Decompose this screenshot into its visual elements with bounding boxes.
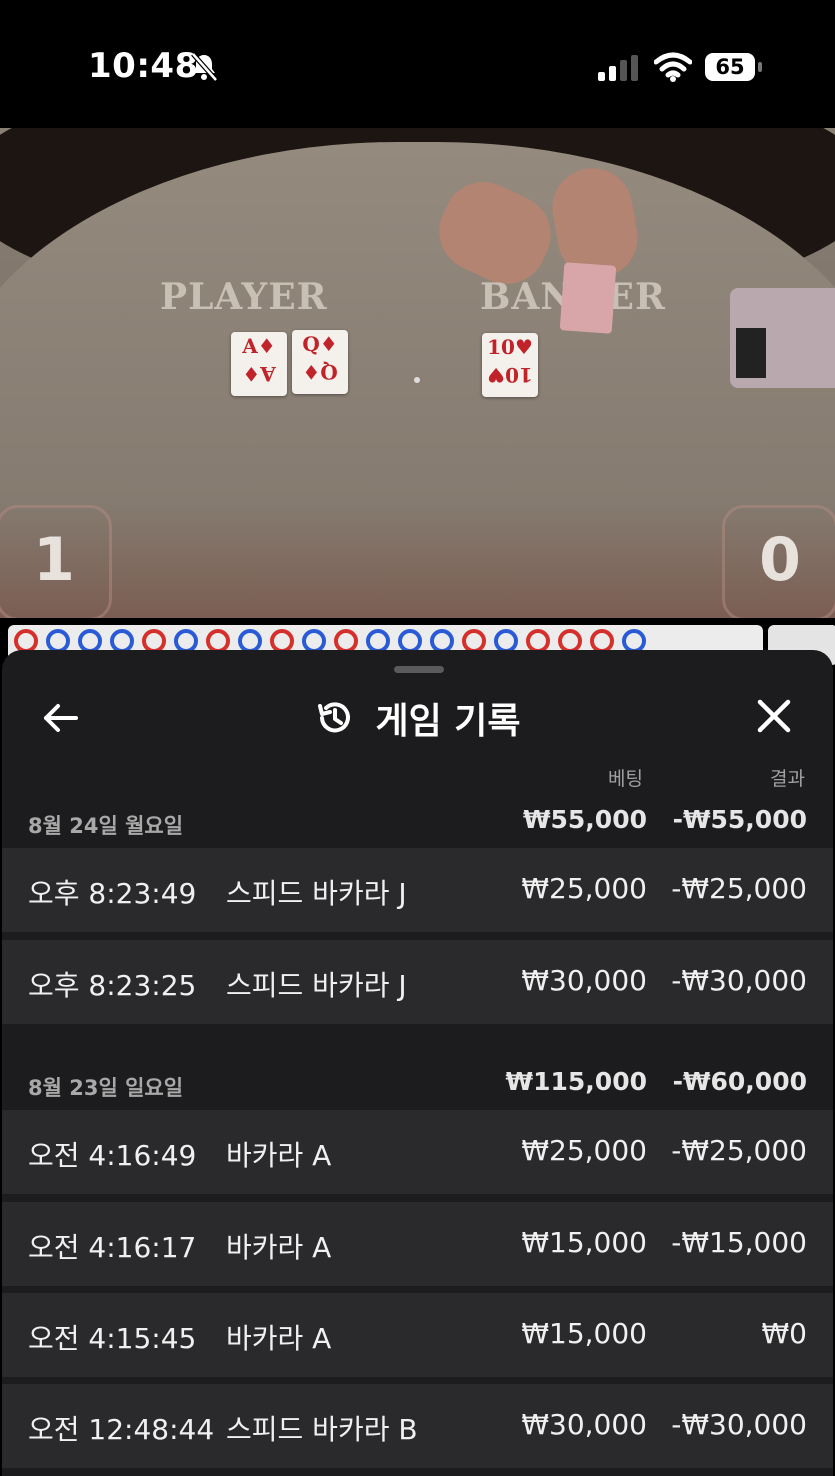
row-result: -₩15,000	[671, 1226, 807, 1259]
row-time: 오전 4:16:17	[28, 1231, 197, 1264]
sheet-drag-handle[interactable]	[394, 666, 444, 673]
row-result: ₩0	[761, 1317, 808, 1350]
battery-indicator: 65	[705, 53, 755, 81]
row-time: 오후 8:23:25	[28, 969, 197, 1002]
row-time: 오전 4:15:45	[28, 1322, 197, 1355]
bet-total: ₩55,000	[522, 805, 647, 834]
history-row[interactable]: 오후 8:23:49 스피드 바카라 J ₩25,000 -₩25,000	[2, 848, 833, 932]
row-bet: ₩15,000	[521, 1226, 647, 1259]
player-card-1: A♦ A♦	[231, 332, 287, 396]
player-label: PLAYER	[160, 276, 328, 318]
player-card-2: Q♦ Q♦	[292, 330, 348, 394]
bet-column-header: 베팅	[608, 768, 643, 790]
row-result: -₩25,000	[671, 872, 807, 905]
bet-total: ₩115,000	[505, 1067, 647, 1096]
cellular-signal-icon	[598, 55, 638, 81]
close-icon[interactable]	[754, 696, 794, 736]
result-total: -₩60,000	[672, 1067, 807, 1096]
battery-nub	[758, 62, 762, 72]
row-game: 스피드 바카라 B	[226, 1413, 418, 1446]
sheet-title: 게임 기록	[375, 701, 521, 742]
card-shoe-slot	[736, 328, 766, 378]
date-label: 8월 24일 월요일	[28, 814, 184, 838]
row-bet: ₩25,000	[521, 1134, 647, 1167]
status-time: 10:48	[88, 46, 199, 86]
row-bet: ₩30,000	[521, 1408, 647, 1441]
player-score: 1	[0, 505, 112, 618]
row-bet: ₩30,000	[521, 964, 647, 997]
sheet-header: 게임 기록	[2, 692, 833, 744]
table-marker	[414, 377, 420, 383]
row-game: 스피드 바카라 J	[226, 877, 407, 910]
game-history-sheet: 게임 기록 베팅 결과 8월 24일 월요일 ₩55,000 -₩55,000 …	[2, 650, 833, 1476]
row-game: 바카라 A	[226, 1139, 332, 1172]
row-result: -₩30,000	[671, 1408, 807, 1441]
history-row[interactable]: 오전 4:16:49 바카라 A ₩25,000 -₩25,000	[2, 1110, 833, 1194]
wifi-icon	[654, 52, 692, 82]
row-result: -₩30,000	[671, 964, 807, 997]
live-video: PLAYER BANKER A♦ A♦ Q♦ Q♦ 10♥ 10♥ 1 0	[0, 128, 835, 618]
row-time: 오전 12:48:44	[28, 1413, 215, 1446]
history-row[interactable]: 오전 12:48:44 스피드 바카라 B ₩30,000 -₩30,000	[2, 1384, 833, 1468]
history-row[interactable]: 오전 4:16:17 바카라 A ₩15,000 -₩15,000	[2, 1202, 833, 1286]
result-column-header: 결과	[770, 768, 805, 790]
banker-score: 0	[722, 505, 835, 618]
row-result: -₩25,000	[671, 1134, 807, 1167]
row-game: 바카라 A	[226, 1231, 332, 1264]
banker-card-1: 10♥ 10♥	[482, 333, 538, 397]
bell-muted-icon	[191, 52, 218, 82]
result-total: -₩55,000	[672, 805, 807, 834]
status-bar: 10:48 65	[0, 0, 835, 128]
row-time: 오전 4:16:49	[28, 1139, 197, 1172]
row-time: 오후 8:23:49	[28, 877, 197, 910]
row-game: 바카라 A	[226, 1322, 332, 1355]
row-bet: ₩25,000	[521, 872, 647, 905]
card-back	[559, 262, 617, 334]
history-row[interactable]: 오전 4:15:45 바카라 A ₩15,000 ₩0	[2, 1293, 833, 1377]
date-label: 8월 23일 일요일	[28, 1076, 184, 1100]
history-icon	[318, 702, 351, 733]
row-bet: ₩15,000	[521, 1317, 647, 1350]
history-row[interactable]: 오후 8:23:25 스피드 바카라 J ₩30,000 -₩30,000	[2, 940, 833, 1024]
row-game: 스피드 바카라 J	[226, 969, 407, 1002]
